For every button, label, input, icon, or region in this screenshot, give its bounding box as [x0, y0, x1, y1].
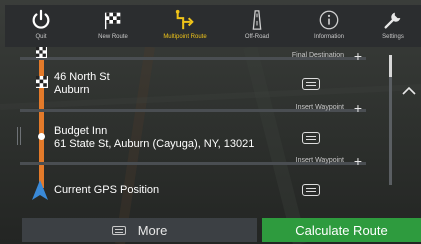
more-label: More [137, 222, 168, 238]
quit-button[interactable]: Quit [5, 5, 77, 47]
insert-waypoint-row-2[interactable]: Insert Waypoint + [20, 154, 366, 169]
power-icon [32, 9, 50, 29]
calculate-route-label: Calculate Route [295, 222, 388, 238]
destination-flag-icon [36, 76, 48, 88]
destination-line2: Auburn [54, 84, 90, 96]
insert-waypoint-label: Insert Waypoint [295, 157, 344, 164]
waypoint-line1: Budget Inn [54, 125, 108, 137]
destination-waypoint-row[interactable]: 46 North St Auburn [0, 70, 366, 98]
start-line1: Current GPS Position [54, 184, 160, 196]
insert-waypoint-plus-icon[interactable]: + [354, 101, 362, 115]
list-scrollbar[interactable] [389, 55, 392, 185]
quit-label: Quit [35, 34, 47, 40]
navigation-screen: Quit New Route Multipoint Route Off-Road… [0, 0, 421, 244]
add-destination-plus-icon[interactable]: + [354, 49, 362, 63]
final-destination-row[interactable]: Final Destination + [20, 49, 366, 64]
final-destination-label: Final Destination [291, 52, 344, 59]
multipoint-route-button[interactable]: Multipoint Route [149, 5, 221, 47]
menu-icon [111, 225, 126, 235]
multipoint-route-label: Multipoint Route [163, 34, 207, 40]
waypoint-dot-icon [38, 133, 45, 140]
destination-line1: 46 North St [54, 71, 110, 83]
insert-waypoint-row-1[interactable]: Insert Waypoint + [20, 101, 366, 116]
off-road-label: Off-Road [244, 34, 270, 40]
start-position-row[interactable]: Current GPS Position [0, 178, 366, 202]
calculate-route-button[interactable]: Calculate Route [262, 218, 421, 242]
scrollbar-thumb[interactable] [389, 55, 392, 77]
off-road-icon [252, 10, 262, 30]
waypoint-line2: 61 State St, Auburn (Cayuga), NY, 13021 [54, 138, 255, 150]
waypoint-menu-icon[interactable] [302, 132, 320, 144]
chevron-up-icon[interactable] [402, 86, 416, 96]
off-road-button[interactable]: Off-Road [221, 5, 293, 47]
start-menu-icon[interactable] [302, 184, 320, 196]
settings-label: Settings [382, 34, 404, 40]
destination-menu-icon[interactable] [302, 78, 320, 90]
insert-waypoint-plus-icon[interactable]: + [354, 154, 362, 168]
more-button[interactable]: More [22, 218, 257, 242]
top-toolbar: Quit New Route Multipoint Route Off-Road… [5, 5, 421, 47]
checkered-flag-icon [104, 12, 121, 30]
new-route-label: New Route [98, 34, 128, 40]
gps-arrow-icon [32, 180, 48, 200]
waypoint-row[interactable]: Budget Inn 61 State St, Auburn (Cayuga),… [0, 123, 366, 153]
wrench-icon [384, 12, 401, 29]
information-button[interactable]: Information [293, 5, 365, 47]
info-icon [319, 10, 339, 30]
insert-waypoint-label: Insert Waypoint [295, 104, 344, 111]
new-route-button[interactable]: New Route [77, 5, 149, 47]
multipoint-route-icon [175, 9, 194, 30]
route-start-flag-icon [36, 47, 47, 58]
information-label: Information [313, 34, 344, 40]
settings-button[interactable]: Settings [365, 5, 421, 47]
